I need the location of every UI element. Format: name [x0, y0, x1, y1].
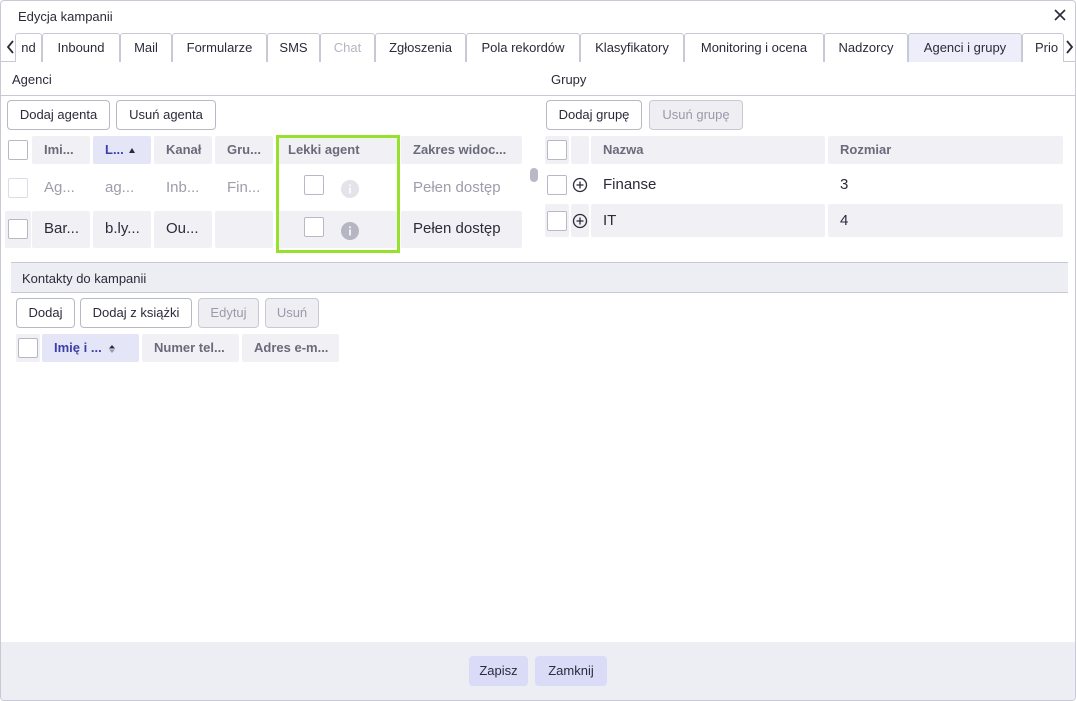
remove-group-button[interactable]: Usuń grupę [649, 100, 743, 130]
column-header-email[interactable]: Adres e-m... [242, 334, 339, 362]
group-size: 4 [840, 212, 849, 229]
agent-login: ag... [105, 179, 135, 196]
info-icon[interactable] [341, 180, 359, 198]
contacts-section-header: Kontakty do kampanii [11, 262, 1068, 293]
column-header-contact-name-label: Imię i ... [54, 340, 102, 355]
column-header-phone[interactable]: Numer tel... [142, 334, 239, 362]
column-header-group-name[interactable]: Nazwa [591, 136, 825, 164]
remove-contact-button[interactable]: Usuń [265, 298, 319, 328]
close-button[interactable]: Zamknij [535, 656, 607, 686]
dialog-title: Edycja kampanii [18, 9, 113, 24]
tab-tickets[interactable]: Zgłoszenia [375, 33, 466, 62]
tab-record-fields[interactable]: Pola rekordów [466, 33, 580, 62]
agent-first-name: Bar... [44, 220, 80, 237]
column-header-first-name[interactable]: Imi... [32, 136, 90, 164]
tab-priority[interactable]: Prio [1022, 33, 1064, 62]
tab-outbound[interactable]: nd [15, 33, 42, 62]
agent-group: Fin... [227, 179, 261, 196]
add-group-button[interactable]: Dodaj grupę [546, 100, 642, 130]
group-row-checkbox[interactable] [547, 211, 567, 231]
sort-asc-icon [128, 147, 135, 153]
select-all-agents-checkbox[interactable] [8, 140, 28, 160]
agent-row-checkbox[interactable] [8, 219, 28, 239]
agent-row-bg [215, 211, 273, 248]
agent-row-checkbox[interactable] [8, 178, 28, 198]
info-icon[interactable] [341, 222, 359, 240]
select-all-groups-checkbox[interactable] [547, 140, 567, 160]
light-agent-checkbox[interactable] [304, 217, 324, 237]
campaign-edit-dialog: Edycja kampanii nd Inbound Mail Formular… [0, 0, 1076, 701]
group-row-checkbox[interactable] [547, 175, 567, 195]
groups-section-label: Grupy [551, 72, 587, 87]
column-header-login-label: L... [105, 142, 124, 157]
tab-sms[interactable]: SMS [267, 33, 320, 62]
light-agent-checkbox[interactable] [304, 175, 324, 195]
column-header-group-size[interactable]: Rozmiar [828, 136, 1063, 164]
column-header-light-agent[interactable]: Lekki agent [276, 136, 397, 164]
chevron-right-icon[interactable] [1062, 37, 1075, 57]
agents-section-label: Agenci [12, 72, 52, 87]
tab-inbound[interactable]: Inbound [42, 33, 120, 62]
sort-asc-icon [108, 344, 115, 353]
tab-forms[interactable]: Formularze [172, 33, 267, 62]
tab-agents-groups[interactable]: Agenci i grupy [908, 33, 1022, 62]
agent-row-bg [276, 211, 397, 248]
title-bar: Edycja kampanii [1, 1, 1075, 32]
column-header-contact-name[interactable]: Imię i ... [42, 334, 139, 362]
agent-login: b.ly... [105, 220, 140, 237]
add-from-book-button[interactable]: Dodaj z książki [80, 298, 192, 328]
groups-header-expand-cell [571, 136, 589, 164]
column-header-login[interactable]: L... [93, 136, 151, 164]
tab-monitoring[interactable]: Monitoring i ocena [684, 33, 824, 62]
close-icon[interactable] [1051, 6, 1069, 24]
dialog-footer: Zapisz Zamknij [1, 642, 1075, 700]
column-header-channel[interactable]: Kanał [154, 136, 212, 164]
save-button[interactable]: Zapisz [469, 656, 528, 686]
plus-circle-icon[interactable] [572, 213, 588, 229]
tab-mail[interactable]: Mail [120, 33, 172, 62]
edit-contact-button[interactable]: Edytuj [198, 298, 259, 328]
group-size: 3 [840, 176, 849, 193]
remove-agent-button[interactable]: Usuń agenta [116, 100, 216, 130]
agent-visibility-scope: Pełen dostęp [413, 220, 501, 237]
plus-circle-icon[interactable] [572, 177, 588, 193]
section-divider [1, 95, 1075, 96]
agent-visibility-scope: Pełen dostęp [413, 179, 501, 196]
add-agent-button[interactable]: Dodaj agenta [7, 100, 110, 130]
agent-channel: Inb... [166, 179, 200, 196]
contacts-section-label: Kontakty do kampanii [22, 271, 147, 286]
add-contact-button[interactable]: Dodaj [16, 298, 75, 328]
column-header-visibility-scope[interactable]: Zakres widoc... [401, 136, 522, 164]
column-header-group[interactable]: Gru... [215, 136, 273, 164]
tab-bar: nd Inbound Mail Formularze SMS Chat Zgło… [1, 32, 1075, 62]
tab-supervisors[interactable]: Nadzorcy [824, 33, 908, 62]
group-name: Finanse [603, 176, 657, 193]
agent-channel: Ou... [166, 220, 199, 237]
agent-first-name: Ag... [44, 179, 75, 196]
tab-chat[interactable]: Chat [320, 33, 375, 62]
select-all-contacts-checkbox[interactable] [18, 338, 38, 358]
agents-scrollbar[interactable] [530, 168, 538, 182]
group-name: IT [603, 212, 617, 229]
tab-classifiers[interactable]: Klasyfikatory [580, 33, 684, 62]
